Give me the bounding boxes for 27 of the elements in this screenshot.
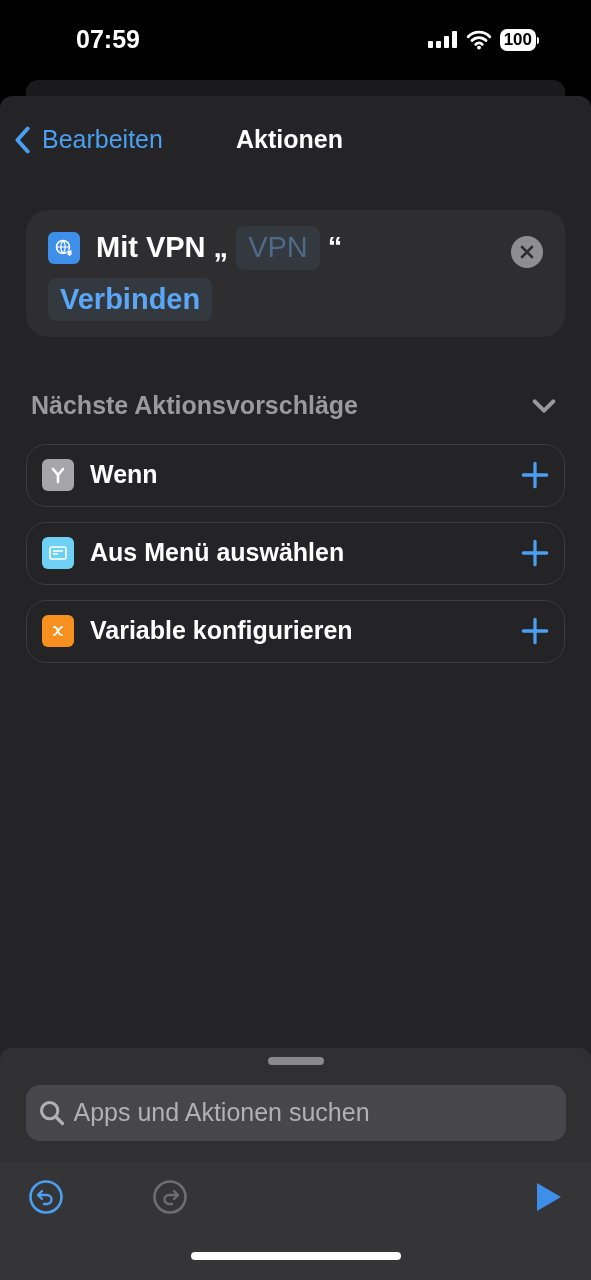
- suggestion-row[interactable]: Wenn: [26, 443, 565, 507]
- signal-icon: [427, 30, 458, 50]
- suggestion-row[interactable]: Aus Menü auswählen: [26, 521, 565, 585]
- search-icon: [37, 1099, 66, 1127]
- nav-title: Aktionen: [236, 124, 343, 156]
- battery-indicator: 100: [499, 29, 539, 51]
- suggestion-row[interactable]: Variable konfigurieren: [26, 599, 565, 663]
- action-text: Mit VPN „: [96, 230, 229, 265]
- action-text: “: [327, 230, 343, 265]
- vpn-globe-icon: [48, 231, 80, 264]
- chevron-left-icon: [14, 126, 30, 154]
- plus-icon[interactable]: [521, 617, 549, 645]
- plus-icon[interactable]: [521, 461, 549, 489]
- play-icon[interactable]: [535, 1181, 563, 1213]
- section-title: Nächste Aktionsvorschläge: [31, 390, 358, 421]
- suggestion-label: Wenn: [90, 459, 159, 491]
- suggestion-label: Variable konfigurieren: [90, 615, 354, 647]
- status-time: 07:59: [76, 24, 140, 56]
- connect-parameter[interactable]: Verbinden: [48, 277, 213, 321]
- undo-icon[interactable]: [28, 1179, 64, 1215]
- plus-icon[interactable]: [521, 539, 549, 567]
- search-field[interactable]: Apps und Aktionen suchen: [25, 1085, 566, 1141]
- wifi-icon: [465, 30, 492, 50]
- suggestion-label: Aus Menü auswählen: [90, 537, 346, 569]
- close-icon[interactable]: [511, 236, 543, 268]
- drag-handle[interactable]: [267, 1057, 324, 1065]
- back-button[interactable]: Bearbeiten: [14, 121, 163, 159]
